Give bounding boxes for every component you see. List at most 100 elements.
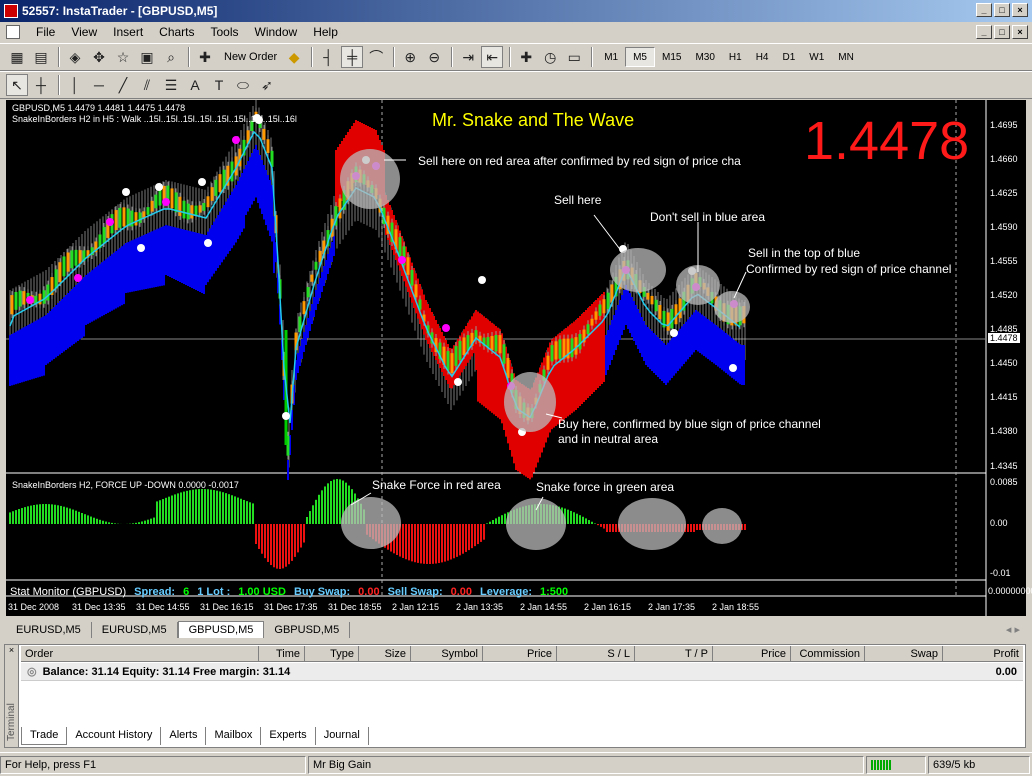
candle-body <box>318 250 322 262</box>
tab-scroll-arrows-icon[interactable]: ◂ ▸ <box>1000 621 1026 638</box>
candle-body <box>186 203 190 220</box>
tester-icon[interactable]: ⌕ <box>160 46 182 68</box>
chart-tab-active[interactable]: GBPUSD,M5 <box>177 621 265 638</box>
menu-view[interactable]: View <box>63 25 105 39</box>
column-size[interactable]: Size <box>359 646 411 662</box>
document-icon[interactable] <box>6 25 20 39</box>
chart-tabs: EURUSD,M5 EURUSD,M5 GBPUSD,M5 GBPUSD,M5 … <box>6 620 1026 638</box>
connection-bars-icon <box>866 755 926 774</box>
new-chart-icon[interactable]: ▦ <box>6 46 28 68</box>
minimize-button[interactable]: _ <box>976 3 992 17</box>
candlestick-icon[interactable]: ╪ <box>341 46 364 68</box>
menu-window[interactable]: Window <box>247 25 306 39</box>
timeframe-mn[interactable]: MN <box>831 47 861 67</box>
candle-body <box>594 311 598 320</box>
periods-icon[interactable]: ◷ <box>539 46 561 68</box>
mdi-close-button[interactable]: × <box>1012 25 1028 39</box>
column-commission[interactable]: Commission <box>791 646 865 662</box>
navigator-icon[interactable]: ✥ <box>88 46 110 68</box>
bar-chart-icon[interactable]: ┤ <box>317 46 339 68</box>
maximize-button[interactable]: □ <box>994 3 1010 17</box>
market-watch-icon[interactable]: ◈ <box>64 46 86 68</box>
annotation-dont-sell: Don't sell in blue area <box>650 210 766 224</box>
timeframe-m1[interactable]: M1 <box>597 47 625 67</box>
terminal-tab-journal[interactable]: Journal <box>316 727 369 745</box>
close-button[interactable]: × <box>1012 3 1028 17</box>
terminal-tab-mailbox[interactable]: Mailbox <box>206 727 262 745</box>
signal-dot <box>122 188 130 196</box>
timeframe-m30[interactable]: M30 <box>688 47 721 67</box>
price-chart-svg[interactable] <box>6 100 1026 616</box>
terminal-tab-experts[interactable]: Experts <box>261 727 316 745</box>
candle-body <box>22 291 26 305</box>
new-order-icon[interactable]: ✚ <box>194 46 216 68</box>
trendline-icon[interactable]: ╱ <box>112 74 134 96</box>
terminal-tab-account-history[interactable]: Account History <box>67 727 162 745</box>
close-terminal-icon[interactable]: × <box>5 645 18 655</box>
menu-help[interactable]: Help <box>305 25 346 39</box>
text-label-icon[interactable]: T <box>208 74 230 96</box>
price-axis-label: 1.4590 <box>990 222 1018 232</box>
terminal-tab-alerts[interactable]: Alerts <box>161 727 207 745</box>
spread-label: Spread: <box>134 586 176 598</box>
profiles-icon[interactable]: ▤ <box>30 46 52 68</box>
shapes-icon[interactable]: ⬭ <box>232 74 254 96</box>
menu-tools[interactable]: Tools <box>203 25 247 39</box>
indicators-icon[interactable]: ✚ <box>515 46 537 68</box>
channel-icon[interactable]: ⫽ <box>136 74 158 96</box>
menu-charts[interactable]: Charts <box>151 25 202 39</box>
horizontal-line-icon[interactable]: ─ <box>88 74 110 96</box>
zoom-in-icon[interactable]: ⊕ <box>399 46 421 68</box>
column-sl[interactable]: S / L <box>557 646 635 662</box>
column-tp[interactable]: T / P <box>635 646 713 662</box>
magenta-dot <box>398 256 406 264</box>
text-icon[interactable]: A <box>184 74 206 96</box>
column-price[interactable]: Price <box>483 646 557 662</box>
time-label: 2 Jan 13:35 <box>456 602 504 612</box>
mdi-minimize-button[interactable]: _ <box>976 25 992 39</box>
chart-tab[interactable]: EURUSD,M5 <box>6 622 92 638</box>
signal-dot <box>198 178 206 186</box>
column-type[interactable]: Type <box>305 646 359 662</box>
timeframe-w1[interactable]: W1 <box>802 47 831 67</box>
timeframe-d1[interactable]: D1 <box>776 47 803 67</box>
status-profile[interactable]: Mr Big Gain <box>308 755 864 774</box>
fibonacci-icon[interactable]: ☰ <box>160 74 182 96</box>
chart-tab[interactable]: GBPUSD,M5 <box>264 622 351 638</box>
chart-area[interactable]: GBPUSD,M5 1.4479 1.4481 1.4475 1.4478 Sn… <box>6 100 1032 616</box>
expert-advisors-icon[interactable]: ◆ <box>283 46 305 68</box>
column-symbol[interactable]: Symbol <box>411 646 483 662</box>
annotation-force-red: Snake Force in red area <box>372 478 501 492</box>
candle-body <box>586 324 590 335</box>
line-chart-icon[interactable]: ⌒ <box>365 46 387 68</box>
templates-icon[interactable]: ▭ <box>563 46 585 68</box>
crosshair-icon[interactable]: ┼ <box>30 74 52 96</box>
menu-file[interactable]: File <box>28 25 63 39</box>
candle-body <box>170 188 174 209</box>
auto-scroll-icon[interactable]: ⇥ <box>457 46 479 68</box>
menu-insert[interactable]: Insert <box>105 25 151 39</box>
candle-body <box>78 250 82 264</box>
zoom-out-icon[interactable]: ⊖ <box>423 46 445 68</box>
timeframe-m15[interactable]: M15 <box>655 47 688 67</box>
terminal-tab-trade[interactable]: Trade <box>21 727 68 745</box>
timeframe-h4[interactable]: H4 <box>749 47 776 67</box>
chart-shift-icon[interactable]: ⇤ <box>481 46 504 68</box>
favorites-icon[interactable]: ☆ <box>112 46 134 68</box>
column-profit[interactable]: Profit <box>943 646 1023 662</box>
time-label: 31 Dec 13:35 <box>72 602 126 612</box>
arrows-icon[interactable]: ➶ <box>256 74 278 96</box>
column-order[interactable]: Order <box>21 646 259 662</box>
cursor-icon[interactable]: ↖ <box>6 74 28 96</box>
vertical-line-icon[interactable]: │ <box>64 74 86 96</box>
terminal-icon[interactable]: ▣ <box>136 46 158 68</box>
chart-tab[interactable]: EURUSD,M5 <box>92 622 178 638</box>
column-swap[interactable]: Swap <box>865 646 943 662</box>
new-order-button[interactable]: New Order <box>218 46 283 68</box>
timeframe-h1[interactable]: H1 <box>722 47 749 67</box>
column-time[interactable]: Time <box>259 646 305 662</box>
mdi-restore-button[interactable]: □ <box>994 25 1010 39</box>
timeframe-m5[interactable]: M5 <box>625 47 655 67</box>
column-price-current[interactable]: Price <box>713 646 791 662</box>
balance-row[interactable]: ◎ Balance: 31.14 Equity: 31.14 Free marg… <box>21 663 1023 681</box>
